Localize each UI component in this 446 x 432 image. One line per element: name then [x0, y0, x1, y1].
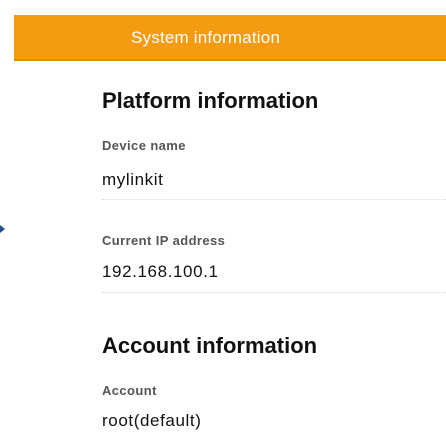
system-information-page: System information Platform information …: [0, 0, 446, 432]
header-bar: System information: [14, 15, 446, 61]
platform-section-title: Platform information: [102, 88, 319, 113]
divider: [102, 199, 446, 200]
divider: [102, 292, 446, 293]
account-label: Account: [102, 383, 157, 398]
current-ip-value: 192.168.100.1: [102, 262, 219, 281]
header-title: System information: [131, 28, 281, 47]
account-section-title: Account information: [102, 333, 318, 358]
edge-arrow-icon: [0, 225, 5, 233]
device-name-label: Device name: [102, 138, 186, 153]
account-value: root(default): [102, 411, 202, 430]
current-ip-label: Current IP address: [102, 233, 226, 248]
device-name-value: mylinkit: [102, 170, 164, 189]
